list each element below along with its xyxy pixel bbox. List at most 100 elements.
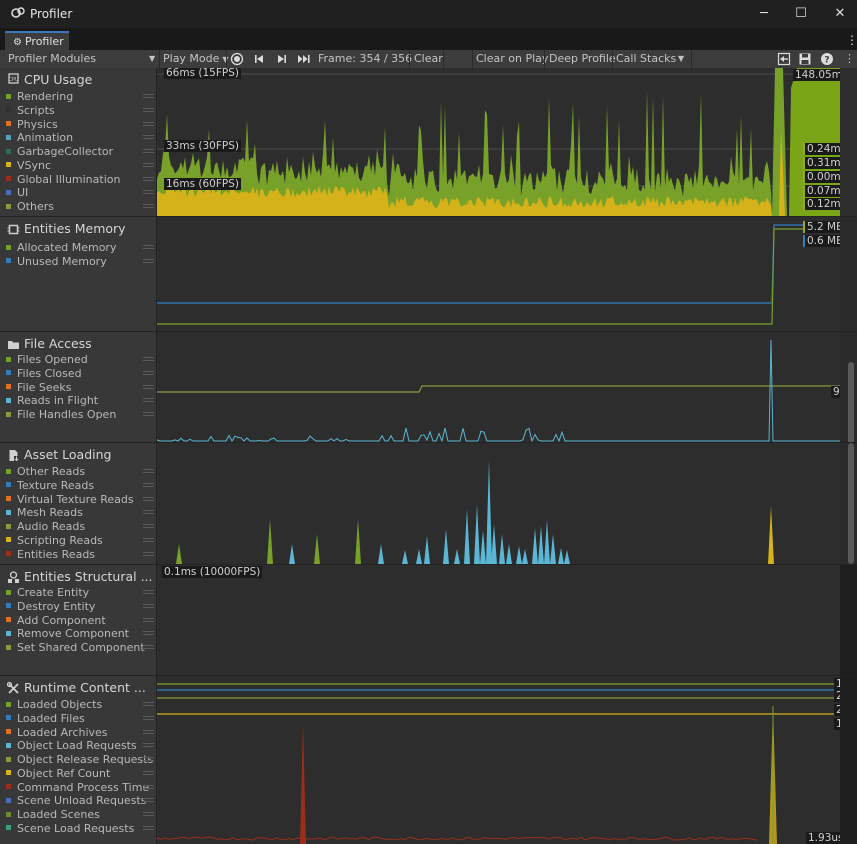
drag-handle-icon[interactable] — [143, 190, 154, 192]
drag-handle-icon[interactable] — [143, 743, 154, 745]
legend-item[interactable]: Scene Unload Requests — [6, 794, 154, 807]
drag-handle-icon[interactable] — [143, 469, 154, 470]
legend-item[interactable]: Animation — [6, 131, 154, 144]
play-mode-dropdown[interactable]: Play Mode▼ — [163, 50, 229, 68]
legend-item[interactable]: Files Closed — [6, 367, 154, 380]
legend-item[interactable]: Scene Load Requests — [6, 822, 154, 835]
drag-handle-icon[interactable] — [143, 398, 154, 400]
legend-item[interactable]: File Seeks — [6, 381, 154, 394]
legend-item[interactable]: Unused Memory — [6, 255, 154, 268]
next-frame-icon[interactable] — [275, 52, 289, 66]
legend-item[interactable]: Audio Reads — [6, 520, 154, 533]
help-icon[interactable]: ? — [820, 52, 834, 66]
legend-item[interactable]: Other Reads — [6, 465, 154, 478]
drag-handle-icon[interactable] — [143, 825, 154, 827]
record-icon[interactable] — [230, 52, 244, 66]
drag-handle-icon[interactable] — [143, 496, 154, 498]
legend-item[interactable]: Set Shared Component — [6, 641, 154, 654]
scrollbar-thumb-lower[interactable] — [848, 443, 854, 564]
drag-handle-icon[interactable] — [143, 107, 154, 109]
drag-handle-icon[interactable] — [143, 617, 154, 619]
current-frame-icon[interactable] — [297, 52, 311, 66]
drag-handle-icon[interactable] — [143, 590, 154, 591]
drag-handle-icon[interactable] — [143, 551, 154, 553]
entities-memory-graph[interactable]: 5.2 MB 0.6 MB — [157, 217, 840, 331]
more-menu-icon[interactable]: ⋮ — [842, 30, 857, 50]
legend-item[interactable]: Global Illumination — [6, 173, 154, 186]
file-access-graph[interactable]: 9 — [157, 332, 840, 442]
legend-item[interactable]: Loaded Objects — [6, 698, 154, 711]
legend-item[interactable]: Destroy Entity — [6, 600, 154, 613]
legend-item[interactable]: Allocated Memory — [6, 241, 154, 254]
tab-profiler[interactable]: ⚙ Profiler — [5, 31, 69, 50]
module-entities-structural[interactable]: Entities Structural ... Create Entity Des… — [0, 565, 157, 675]
drag-handle-icon[interactable] — [143, 510, 154, 512]
legend-item[interactable]: Mesh Reads — [6, 506, 154, 519]
legend-item[interactable]: Object Load Requests — [6, 739, 154, 752]
clear-button[interactable]: Clear — [414, 50, 443, 68]
previous-frame-icon[interactable] — [252, 52, 266, 66]
drag-handle-icon[interactable] — [143, 357, 154, 358]
legend-item[interactable]: Loaded Scenes — [6, 808, 154, 821]
drag-handle-icon[interactable] — [143, 645, 154, 646]
asset-loading-graph[interactable] — [157, 443, 840, 564]
deep-profile-button[interactable]: Deep Profile — [549, 50, 616, 68]
legend-item[interactable]: Virtual Texture Reads — [6, 493, 154, 506]
legend-item[interactable]: Others — [6, 200, 154, 213]
clear-on-play-button[interactable]: Clear on Play — [476, 50, 548, 68]
drag-handle-icon[interactable] — [143, 384, 154, 386]
module-cpu-usage[interactable]: CPU CPU Usage Rendering Scripts Physics Ani… — [0, 68, 157, 216]
legend-item[interactable]: File Handles Open — [6, 408, 154, 421]
drag-handle-icon[interactable] — [143, 715, 154, 717]
cpu-usage-graph[interactable]: 66ms (15FPS) 33ms (30FPS) 16ms (60FPS) 1… — [157, 68, 840, 216]
legend-item[interactable]: Object Release Requests — [6, 753, 154, 766]
vertical-scrollbar[interactable] — [840, 332, 857, 562]
drag-handle-icon[interactable] — [143, 204, 154, 205]
legend-item[interactable]: Loaded Archives — [6, 726, 154, 739]
call-stacks-chevron-icon[interactable]: ▼ — [678, 50, 684, 68]
toolbar-menu-icon[interactable]: ⋮ — [844, 50, 855, 68]
drag-handle-icon[interactable] — [143, 524, 154, 525]
drag-handle-icon[interactable] — [143, 370, 154, 372]
profiler-modules-dropdown[interactable]: Profiler Modules — [8, 50, 96, 68]
drag-handle-icon[interactable] — [143, 135, 154, 137]
legend-item[interactable]: Add Component — [6, 614, 154, 627]
runtime-content-graph[interactable]: 1 2 2 1 1.93us — [157, 676, 840, 844]
legend-item[interactable]: Scripting Reads — [6, 534, 154, 547]
legend-item[interactable]: Physics — [6, 118, 154, 131]
drag-handle-icon[interactable] — [143, 94, 154, 95]
drag-handle-icon[interactable] — [143, 603, 154, 605]
drag-handle-icon[interactable] — [143, 798, 154, 800]
drag-handle-icon[interactable] — [143, 245, 154, 246]
drag-handle-icon[interactable] — [143, 631, 154, 633]
drag-handle-icon[interactable] — [143, 537, 154, 539]
drag-handle-icon[interactable] — [143, 770, 154, 772]
legend-item[interactable]: UI — [6, 186, 154, 199]
legend-item[interactable]: Entities Reads — [6, 548, 154, 561]
module-runtime-content[interactable]: Runtime Content ... Loaded Objects Loaded… — [0, 676, 157, 844]
drag-handle-icon[interactable] — [143, 121, 154, 123]
module-entities-memory[interactable]: Entities Memory Allocated Memory Unused M… — [0, 217, 157, 331]
legend-item[interactable]: VSync — [6, 159, 154, 172]
legend-item[interactable]: Reads in Flight — [6, 394, 154, 407]
drag-handle-icon[interactable] — [143, 812, 154, 813]
legend-item[interactable]: Create Entity — [6, 586, 154, 599]
legend-item[interactable]: Command Process Time — [6, 781, 154, 794]
legend-item[interactable]: Texture Reads — [6, 479, 154, 492]
legend-item[interactable]: Loaded Files — [6, 712, 154, 725]
legend-item[interactable]: GarbageCollector — [6, 145, 154, 158]
drag-handle-icon[interactable] — [143, 729, 154, 731]
drag-handle-icon[interactable] — [143, 412, 154, 413]
drag-handle-icon[interactable] — [143, 176, 154, 178]
save-icon[interactable] — [798, 52, 812, 66]
load-icon[interactable] — [777, 52, 791, 66]
legend-item[interactable]: Object Ref Count — [6, 767, 154, 780]
legend-item[interactable]: Scripts — [6, 104, 154, 117]
minimize-button[interactable]: ─ — [754, 4, 774, 24]
drag-handle-icon[interactable] — [143, 482, 154, 484]
drag-handle-icon[interactable] — [143, 162, 154, 164]
call-stacks-button[interactable]: Call Stacks — [616, 50, 676, 68]
drag-handle-icon[interactable] — [143, 702, 154, 703]
entities-structural-graph[interactable]: 0.1ms (10000FPS) — [157, 565, 840, 675]
drag-handle-icon[interactable] — [143, 784, 154, 786]
